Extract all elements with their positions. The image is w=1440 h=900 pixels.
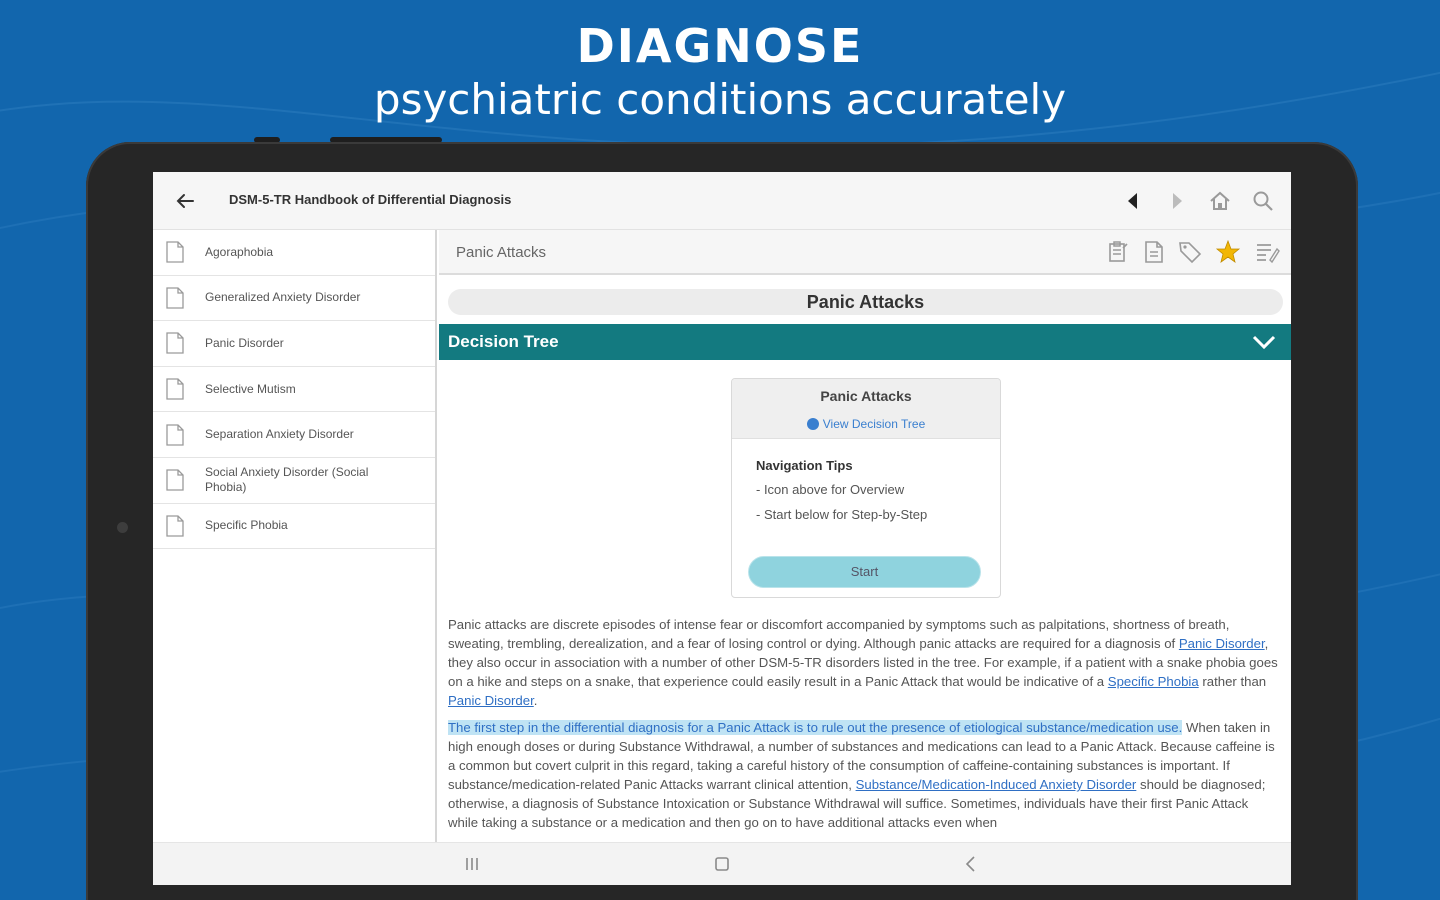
sidebar-item-separation-anxiety-disorder[interactable]: Separation Anxiety Disorder	[153, 412, 435, 458]
view-decision-tree-link[interactable]: View Decision Tree	[732, 417, 1000, 431]
sidebar-item-selective-mutism[interactable]: Selective Mutism	[153, 367, 435, 413]
text-run: Panic attacks are discrete episodes of i…	[448, 617, 1230, 651]
topic-sidebar: Agoraphobia Generalized Anxiety Disorder…	[153, 230, 437, 842]
sidebar-item-label: Separation Anxiety Disorder	[205, 427, 354, 442]
hero-banner: DIAGNOSE psychiatric conditions accurate…	[0, 18, 1440, 126]
tip-overview: - Icon above for Overview	[756, 482, 905, 497]
tag-icon[interactable]	[1177, 239, 1203, 265]
document-icon[interactable]	[1141, 239, 1167, 265]
document-icon	[166, 378, 184, 400]
document-icon	[166, 287, 184, 309]
start-button[interactable]: Start	[748, 556, 981, 588]
hero-subtitle: psychiatric conditions accurately	[373, 75, 1067, 124]
home-icon[interactable]	[1207, 188, 1233, 214]
sidebar-item-label: Panic Disorder	[205, 335, 284, 350]
clipboard-icon[interactable]	[1105, 239, 1131, 265]
search-icon[interactable]	[1250, 188, 1276, 214]
highlighted-text[interactable]: The first step in the differential diagn…	[448, 720, 1183, 735]
tip-step-by-step: - Start below for Step-by-Step	[756, 507, 928, 522]
notes-icon[interactable]	[1254, 239, 1280, 265]
content-header: Panic Attacks	[439, 230, 1291, 275]
panic-disorder-link-2[interactable]: Panic Disorder	[448, 693, 534, 708]
decision-tree-section-header[interactable]: Decision Tree	[439, 324, 1291, 360]
first-step-paragraph: The first step in the differential diagn…	[448, 718, 1280, 832]
section-title: Decision Tree	[448, 332, 559, 351]
content-pane: Panic Attacks Panic Attacks Decision Tre…	[439, 230, 1291, 842]
hero-title: DIAGNOSE	[576, 19, 864, 73]
card-title: Panic Attacks	[820, 388, 912, 404]
back-nav-icon[interactable]	[959, 853, 983, 875]
tablet-camera	[117, 522, 128, 533]
document-icon	[166, 332, 184, 355]
substance-induced-anxiety-link[interactable]: Substance/Medication-Induced Anxiety Dis…	[856, 777, 1137, 792]
sidebar-item-label: Social Anxiety Disorder (Social Phobia)	[205, 465, 369, 495]
text-run: rather than	[1198, 674, 1267, 689]
panic-disorder-link[interactable]: Panic Disorder	[1179, 636, 1265, 651]
sidebar-item-agoraphobia[interactable]: Agoraphobia	[153, 230, 435, 276]
back-arrow-icon[interactable]	[171, 187, 199, 215]
sidebar-item-label: Selective Mutism	[205, 381, 296, 396]
chevron-down-icon[interactable]	[1251, 330, 1277, 354]
card-header: Panic Attacks View Decision Tree	[732, 379, 1000, 439]
sidebar-item-panic-disorder[interactable]: Panic Disorder	[153, 321, 435, 367]
home-nav-icon[interactable]	[710, 853, 734, 875]
document-icon	[166, 469, 184, 491]
app-screen: DSM-5-TR Handbook of Differential Diagno…	[153, 172, 1291, 885]
previous-icon[interactable]	[1120, 188, 1146, 214]
link-label: View Decision Tree	[822, 417, 926, 431]
sidebar-item-label: Specific Phobia	[205, 518, 288, 533]
intro-paragraph: Panic attacks are discrete episodes of i…	[448, 615, 1280, 710]
page-title: Panic Attacks	[448, 289, 1283, 315]
document-icon	[166, 424, 184, 446]
text-run: .	[533, 693, 538, 708]
sidebar-item-label: Generalized Anxiety Disorder	[205, 290, 361, 305]
next-icon[interactable]	[1164, 188, 1190, 214]
sidebar-item-social-anxiety-disorder[interactable]: Social Anxiety Disorder (Social Phobia)	[153, 458, 435, 504]
document-icon	[166, 241, 184, 263]
specific-phobia-link[interactable]: Specific Phobia	[1108, 674, 1199, 689]
sidebar-item-label: Agoraphobia	[205, 244, 274, 259]
sidebar-item-specific-phobia[interactable]: Specific Phobia	[153, 504, 435, 550]
sidebar-item-generalized-anxiety-disorder[interactable]: Generalized Anxiety Disorder	[153, 276, 435, 322]
card-body: Navigation Tips - Icon above for Overvie…	[732, 439, 1000, 597]
recent-apps-icon[interactable]	[460, 853, 484, 875]
breadcrumb: Panic Attacks	[456, 244, 547, 261]
android-nav-bar	[153, 842, 1291, 885]
decision-tree-card: Panic Attacks View Decision Tree Navigat…	[731, 378, 1001, 598]
document-icon	[166, 515, 184, 537]
info-icon	[806, 418, 819, 430]
navigation-tips-heading: Navigation Tips	[756, 458, 853, 473]
app-toolbar: DSM-5-TR Handbook of Differential Diagno…	[153, 172, 1291, 230]
star-icon[interactable]	[1215, 239, 1241, 265]
app-title: DSM-5-TR Handbook of Differential Diagno…	[229, 192, 512, 207]
